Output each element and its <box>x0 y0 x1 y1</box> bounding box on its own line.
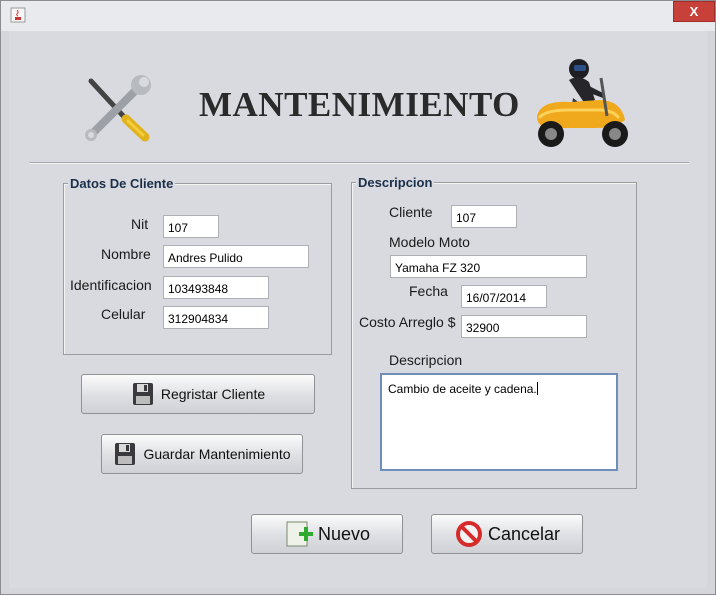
close-button[interactable]: X <box>673 1 715 22</box>
modelo-moto-label: Modelo Moto <box>389 234 470 250</box>
descripcion-label: Descripcion <box>389 352 463 368</box>
costo-arreglo-field[interactable]: 32900 <box>461 315 587 338</box>
title-bar: X <box>1 1 715 31</box>
cancelar-button[interactable]: Cancelar <box>431 514 583 554</box>
registrar-cliente-label: Regristar Cliente <box>160 386 266 402</box>
floppy-disk-icon <box>132 383 153 405</box>
fecha-field[interactable]: 16/07/2014 <box>461 285 547 308</box>
client-data-legend: Datos De Cliente <box>68 176 176 191</box>
nombre-field[interactable]: Andres Pulido <box>163 245 309 268</box>
nit-label: Nit <box>131 216 149 232</box>
java-app-icon <box>10 7 26 23</box>
description-legend: Descripcion <box>356 175 435 190</box>
client-data-group <box>63 183 332 355</box>
identificacion-field[interactable]: 103493848 <box>163 276 269 299</box>
app-window: X MANTENIMIENTO Datos De Cliente Nit 107… <box>0 0 716 595</box>
celular-field[interactable]: 312904834 <box>163 306 269 329</box>
cliente-field[interactable]: 107 <box>451 205 517 228</box>
modelo-moto-field[interactable]: Yamaha FZ 320 <box>390 255 587 278</box>
floppy-disk-icon <box>115 443 136 465</box>
scooter-rider-icon <box>537 59 628 147</box>
nuevo-label: Nuevo <box>317 523 371 544</box>
costo-arreglo-label: Costo Arreglo $ <box>359 314 456 330</box>
fecha-label: Fecha <box>409 283 448 299</box>
cliente-label: Cliente <box>389 204 433 220</box>
cancel-icon <box>455 521 482 547</box>
descripcion-text: Cambio de aceite y cadena. <box>388 382 537 396</box>
new-document-icon <box>286 521 313 547</box>
descripcion-textarea[interactable]: Cambio de aceite y cadena. <box>380 373 618 471</box>
nuevo-button[interactable]: Nuevo <box>251 514 403 554</box>
celular-label: Celular <box>101 306 146 322</box>
guardar-mantenimiento-button[interactable]: Guardar Mantenimiento <box>101 434 303 474</box>
identificacion-label: Identificacion <box>70 277 152 293</box>
page-title: MANTENIMIENTO <box>199 85 520 124</box>
nombre-label: Nombre <box>101 246 151 262</box>
guardar-mantenimiento-label: Guardar Mantenimiento <box>143 446 291 462</box>
wrench-screwdriver-icon <box>85 75 151 142</box>
cancelar-label: Cancelar <box>487 523 561 544</box>
registrar-cliente-button[interactable]: Regristar Cliente <box>81 374 315 414</box>
header-separator <box>29 162 689 164</box>
text-caret <box>536 382 538 395</box>
nit-field[interactable]: 107 <box>163 215 219 238</box>
